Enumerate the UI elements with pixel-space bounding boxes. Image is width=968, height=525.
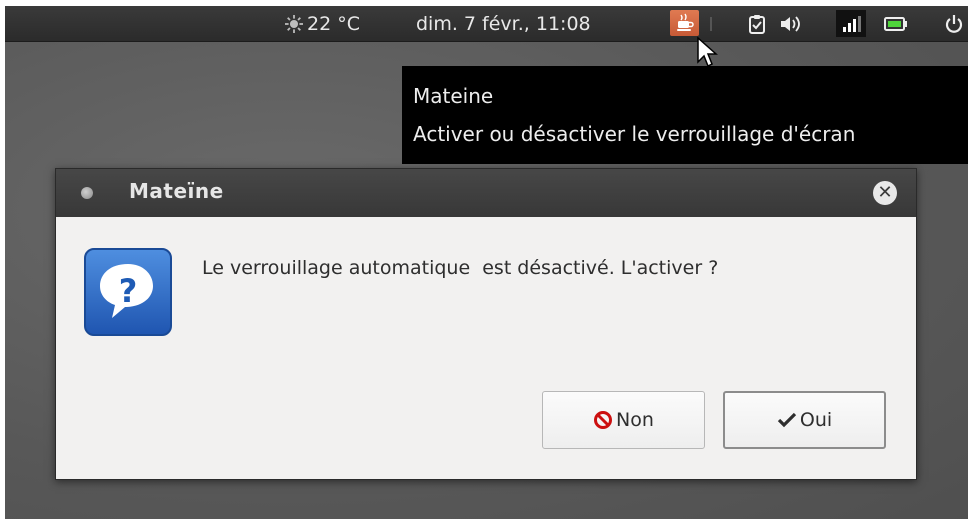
power-icon [945, 15, 963, 33]
dialog-message: Le verrouillage automatique est désactiv… [202, 257, 719, 279]
checkmark-icon [777, 411, 797, 429]
close-icon: ✕ [877, 182, 893, 203]
window-menu-icon[interactable] [81, 187, 93, 199]
clock-applet[interactable]: dim. 7 févr., 11:08 [416, 13, 591, 35]
svg-text:?: ? [119, 272, 138, 310]
top-panel: 22 °C dim. 7 févr., 11:08 [5, 6, 968, 42]
dialog-title: Mateïne [129, 179, 224, 203]
no-button[interactable]: Non [542, 391, 705, 449]
clipboard-icon [749, 15, 765, 34]
clipboard-tray-button[interactable] [746, 14, 768, 34]
yes-button-label: Oui [799, 409, 833, 431]
mouse-pointer-icon [697, 36, 718, 68]
cancel-icon [593, 410, 613, 430]
no-button-label: Non [616, 409, 654, 431]
weather-sun-icon [285, 15, 303, 33]
left-edge-strip [0, 0, 5, 525]
weather-applet[interactable]: 22 °C [285, 13, 360, 35]
caffeine-cup-icon [676, 13, 694, 31]
weather-temperature: 22 °C [307, 13, 360, 35]
tooltip-description: Activer ou désactiver le verrouillage d'… [413, 122, 856, 146]
tray-separator [706, 14, 716, 34]
close-button[interactable]: ✕ [873, 181, 897, 205]
tooltip-title: Mateine [413, 84, 494, 108]
network-signal-icon [843, 15, 861, 32]
battery-icon [884, 17, 907, 31]
network-tray-button[interactable] [836, 10, 866, 37]
caffeine-tray-button[interactable] [670, 10, 699, 36]
volume-icon [781, 16, 800, 32]
top-edge-strip [0, 0, 968, 6]
battery-tray-button[interactable] [883, 14, 909, 34]
volume-tray-button[interactable] [778, 14, 804, 34]
confirm-dialog: Mateïne ✕ ? Le verrouillage automatique … [55, 168, 917, 480]
bottom-edge-strip [0, 519, 968, 525]
caffeine-tooltip: Mateine Activer ou désactiver le verroui… [402, 66, 968, 164]
question-icon: ? [84, 248, 172, 336]
yes-button[interactable]: Oui [723, 391, 886, 449]
power-tray-button[interactable] [942, 14, 966, 34]
dialog-titlebar[interactable]: Mateïne ✕ [56, 169, 916, 217]
